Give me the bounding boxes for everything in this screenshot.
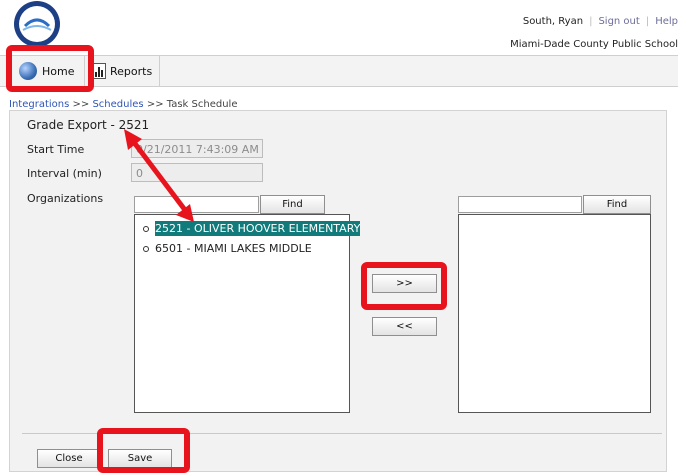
breadcrumb-current: Task Schedule (166, 99, 238, 110)
find-selected-button[interactable]: Find (583, 195, 651, 214)
highlight-box-move-right (361, 262, 447, 310)
help-link[interactable]: Help (655, 16, 678, 27)
nav-reports[interactable]: Reports (88, 56, 160, 86)
district-name: Miami-Dade County Public School (510, 39, 678, 50)
breadcrumb-integrations[interactable]: Integrations (9, 99, 69, 110)
highlight-box-home (6, 45, 94, 92)
breadcrumb-separator: >> (146, 99, 164, 110)
reports-chart-icon (92, 63, 106, 79)
nav-reports-label: Reports (110, 64, 153, 78)
bullet-icon (143, 245, 149, 252)
move-left-button[interactable]: << (372, 317, 437, 336)
breadcrumb-schedules[interactable]: Schedules (92, 99, 143, 110)
list-item-label: 6501 - MIAMI LAKES MIDDLE (155, 242, 312, 255)
available-orgs-search-input[interactable] (134, 196, 259, 213)
page-title: Grade Export - 2521 (27, 118, 150, 132)
organizations-label: Organizations (27, 192, 104, 205)
selected-orgs-list[interactable] (458, 214, 651, 413)
list-item[interactable]: 6501 - MIAMI LAKES MIDDLE (143, 242, 312, 255)
breadcrumb-separator: >> (72, 99, 90, 110)
user-bar: South, Ryan | Sign out | Help (522, 16, 678, 27)
interval-label: Interval (min) (27, 167, 102, 180)
selected-orgs-search-input[interactable] (458, 196, 582, 213)
available-orgs-list[interactable]: 2521 - OLIVER HOOVER ELEMENTARY 6501 - M… (134, 214, 361, 413)
list-item[interactable]: 2521 - OLIVER HOOVER ELEMENTARY (143, 221, 361, 236)
highlight-box-save (97, 428, 190, 473)
sign-out-link[interactable]: Sign out (598, 16, 639, 27)
start-time-field[interactable]: 0/21/2011 7:43:09 AM (131, 139, 263, 158)
find-available-button[interactable]: Find (260, 195, 325, 214)
nav-bar: Home Reports (0, 55, 678, 87)
breadcrumb: Integrations >> Schedules >> Task Schedu… (9, 99, 237, 110)
list-item-label: 2521 - OLIVER HOOVER ELEMENTARY (155, 221, 361, 236)
interval-field[interactable]: 0 (131, 163, 263, 182)
user-name: South, Ryan (522, 16, 584, 27)
close-button[interactable]: Close (37, 449, 101, 468)
start-time-label: Start Time (27, 143, 85, 156)
bullet-icon (143, 225, 149, 232)
